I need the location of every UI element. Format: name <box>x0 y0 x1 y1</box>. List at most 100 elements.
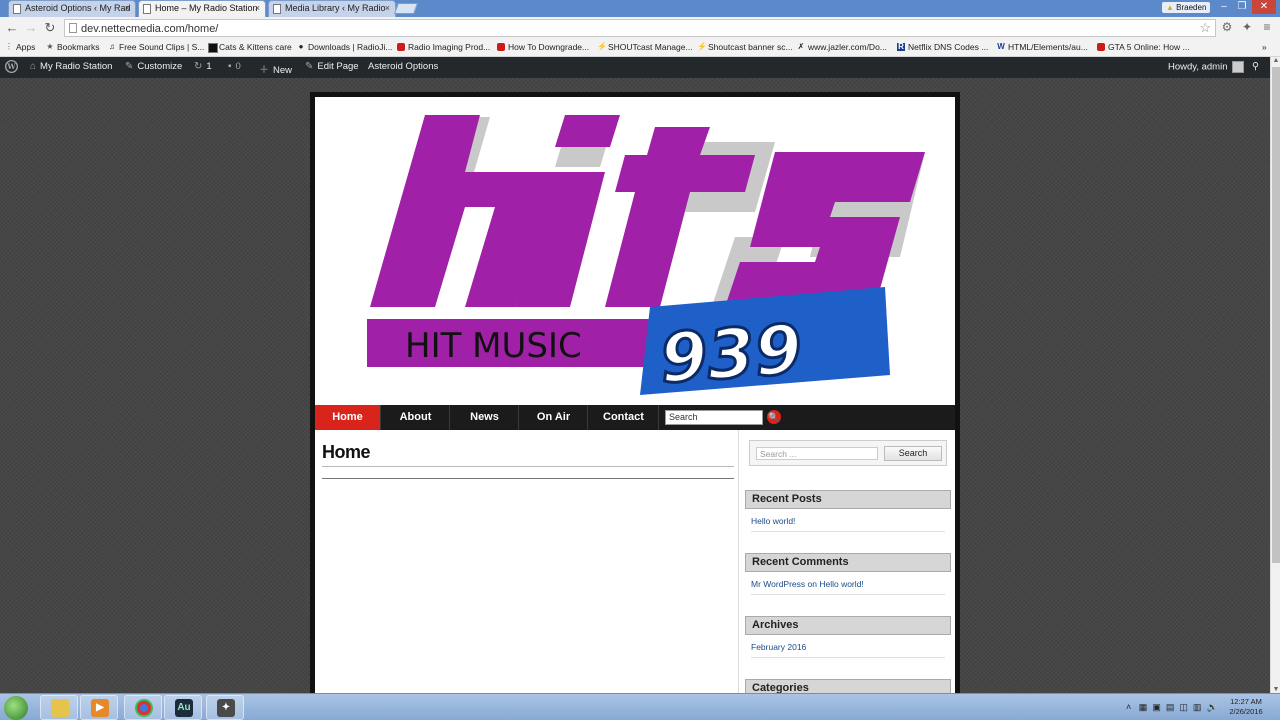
start-button[interactable] <box>4 696 28 720</box>
recent-post-link[interactable]: Hello world! <box>751 516 795 526</box>
sidebar-search-button[interactable]: Search <box>884 446 942 461</box>
sidebar-search-form: Search ... Search <box>749 440 947 466</box>
extension-icon[interactable]: ⚙ <box>1220 20 1234 34</box>
new-tab-button[interactable] <box>393 3 419 14</box>
taskbar-network-tool[interactable]: ✦ <box>206 695 244 720</box>
bookmark-label: Radio Imaging Prod... <box>408 42 491 52</box>
tab-asteroid-options[interactable]: Asteroid Options ‹ My Rad × <box>8 0 136 17</box>
back-button[interactable]: ← <box>4 20 20 36</box>
wordpress-logo-icon[interactable]: W <box>4 60 18 76</box>
clock-date: 2/26/2016 <box>1229 707 1263 716</box>
recent-comment-link[interactable]: Mr WordPress on Hello world! <box>751 579 864 589</box>
address-bar[interactable]: dev.nettecmedia.com/home/ ☆ <box>64 19 1216 37</box>
taskbar-chrome[interactable] <box>124 695 162 720</box>
plus-icon: ＋ <box>259 65 269 76</box>
updates-count: 1 <box>206 61 212 72</box>
edit-page-label: Edit Page <box>317 61 359 72</box>
widget-title-recent-comments: Recent Comments <box>745 553 951 572</box>
search-icon[interactable]: ⚲ <box>1252 61 1259 72</box>
browser-tab-strip: Asteroid Options ‹ My Rad × Home – My Ra… <box>0 0 1280 17</box>
hits-939-logo[interactable]: HIT MUSIC 939 <box>315 97 955 405</box>
site-name-link[interactable]: ⌂ My Radio Station <box>30 61 112 72</box>
bookmark-label: Cats & Kittens care <box>219 42 292 52</box>
bookmark-folder[interactable]: ★ Bookmarks <box>46 42 100 52</box>
bookmark-item[interactable]: R Netflix DNS Codes ... <box>897 42 988 52</box>
r-icon: R <box>897 42 905 51</box>
new-content-link[interactable]: ＋ New <box>259 61 292 76</box>
svg-text:W: W <box>6 62 16 71</box>
nav-contact[interactable]: Contact <box>589 405 659 430</box>
scrollbar-thumb[interactable] <box>1272 67 1280 563</box>
nav-about[interactable]: About <box>382 405 450 430</box>
minimize-button[interactable]: – <box>1216 0 1232 14</box>
howdy-label: Howdy, admin <box>1168 61 1228 73</box>
bookmark-label: Shoutcast banner sc... <box>708 42 793 52</box>
customize-link[interactable]: ✎ Customize <box>125 61 182 72</box>
profile-button[interactable]: ▲ Braeden <box>1162 2 1211 13</box>
youtube-icon <box>1097 43 1105 51</box>
bookmark-item[interactable]: ● Downloads | RadioJi... <box>297 42 393 52</box>
folder-icon <box>51 699 69 717</box>
close-icon[interactable]: × <box>125 3 130 13</box>
tab-home[interactable]: Home – My Radio Station × <box>138 0 266 17</box>
forward-button[interactable]: → <box>23 20 39 36</box>
bookmark-item[interactable]: W HTML/Elements/au... <box>997 42 1088 52</box>
bookmark-item[interactable]: ♫ Free Sound Clips | S... <box>108 42 204 52</box>
network-status-icon[interactable]: ▥ <box>1193 702 1202 712</box>
comment-icon: ▪ <box>228 61 232 72</box>
tray-expand-icon[interactable]: ˄ <box>1126 702 1131 712</box>
taskbar-file-explorer[interactable] <box>40 695 78 720</box>
close-icon[interactable]: × <box>255 3 260 13</box>
bookmark-item[interactable]: Cats & Kittens care <box>208 42 292 53</box>
close-icon[interactable]: × <box>385 3 390 13</box>
widget-title-categories: Categories <box>745 679 951 693</box>
archive-link[interactable]: February 2016 <box>751 642 806 652</box>
tray-app-icon[interactable]: ◫ <box>1179 702 1188 712</box>
bookmark-star-icon[interactable]: ☆ <box>1199 20 1211 36</box>
reload-button[interactable]: ↻ <box>42 20 58 36</box>
tab-title: Media Library ‹ My Radio <box>285 3 386 13</box>
comments-link[interactable]: ▪ 0 <box>228 61 241 72</box>
site-header: HIT MUSIC 939 <box>315 97 955 405</box>
maximize-button[interactable]: ❐ <box>1234 0 1250 14</box>
taskbar-audition[interactable]: Au <box>164 695 202 720</box>
tray-app-icon[interactable]: ▤ <box>1166 702 1175 712</box>
tray-app-icon[interactable]: ▦ <box>1139 702 1148 712</box>
close-window-button[interactable]: ✕ <box>1252 0 1276 14</box>
page-scrollbar[interactable]: ▲ ▼ <box>1270 57 1280 693</box>
volume-icon[interactable]: 🔊 <box>1206 702 1217 712</box>
sidebar-search-input[interactable]: Search ... <box>756 447 878 460</box>
bookmark-apps[interactable]: ⋮ Apps <box>5 42 35 52</box>
tab-media-library[interactable]: Media Library ‹ My Radio × <box>268 0 396 17</box>
menu-icon[interactable]: ≡ <box>1260 20 1274 34</box>
asteroid-options-link[interactable]: Asteroid Options <box>368 61 438 72</box>
bookmarks-overflow[interactable]: » <box>1262 42 1267 52</box>
nav-home[interactable]: Home <box>315 405 381 430</box>
bookmark-item[interactable]: ⚡ Shoutcast banner sc... <box>697 42 793 52</box>
system-tray: ˄ ▦ ▣ ▤ ◫ ▥ 🔊 <box>1126 702 1218 713</box>
bookmark-item[interactable]: Radio Imaging Prod... <box>397 42 490 52</box>
nav-news[interactable]: News <box>451 405 519 430</box>
bookmark-item[interactable]: How To Downgrade... <box>497 42 589 52</box>
nav-search-input[interactable]: Search <box>665 410 763 425</box>
updates-link[interactable]: ↻ 1 <box>194 61 212 72</box>
my-account-link[interactable]: Howdy, admin <box>1168 61 1244 73</box>
tab-title: Asteroid Options ‹ My Rad <box>25 3 131 13</box>
divider <box>751 657 945 658</box>
tray-app-icon[interactable]: ▣ <box>1152 702 1161 712</box>
taskbar-media-player[interactable]: ▶ <box>80 695 118 720</box>
search-icon[interactable]: 🔍 <box>767 410 781 424</box>
divider <box>322 478 734 479</box>
system-clock[interactable]: 12:27 AM 2/26/2016 <box>1226 697 1266 717</box>
bookmark-item[interactable]: ✗ www.jazler.com/Do... <box>797 42 887 52</box>
bookmark-item[interactable]: ⚡ SHOUTcast Manage... <box>597 42 693 52</box>
edit-page-link[interactable]: ✎ Edit Page <box>305 61 359 72</box>
scroll-down-icon[interactable]: ▼ <box>1271 686 1280 693</box>
scroll-up-icon[interactable]: ▲ <box>1271 57 1280 64</box>
extension-icon[interactable]: ✦ <box>1240 20 1254 34</box>
widget-title-archives: Archives <box>745 616 951 635</box>
bookmarks-bar: ⋮ Apps ★ Bookmarks ♫ Free Sound Clips | S..… <box>0 39 1280 57</box>
bookmark-label: Bookmarks <box>57 42 100 52</box>
bookmark-item[interactable]: GTA 5 Online: How ... <box>1097 42 1190 52</box>
nav-on-air[interactable]: On Air <box>520 405 588 430</box>
